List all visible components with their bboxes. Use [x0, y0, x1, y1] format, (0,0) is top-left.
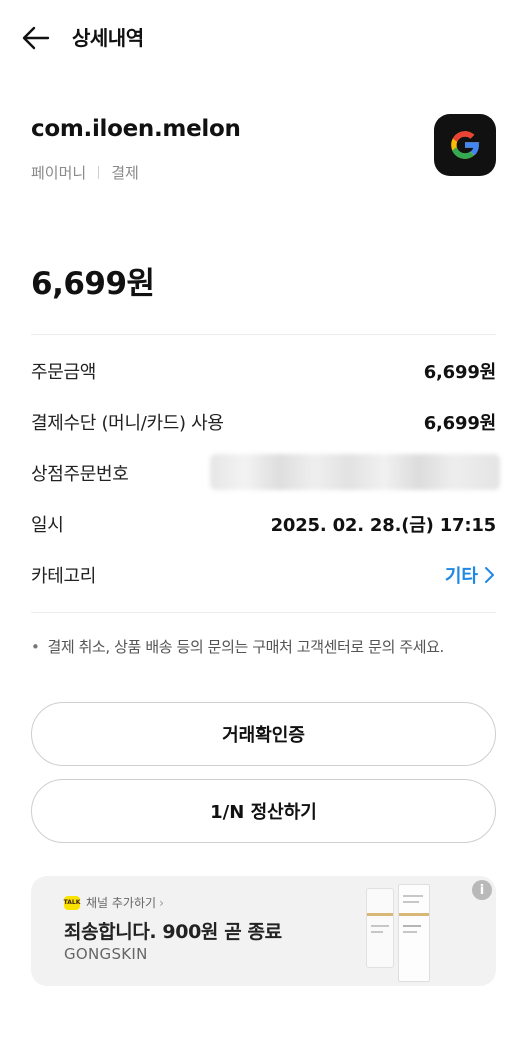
row-value: 2025. 02. 28.(금) 17:15 [270, 515, 497, 536]
row-label: 상점주문번호 [31, 464, 129, 485]
meta-divider [98, 166, 100, 179]
payment-method-row: 결제수단 (머니/카드) 사용 6,699원 [31, 409, 496, 439]
product-tube [366, 888, 394, 968]
product-box [398, 884, 430, 982]
divider [31, 612, 496, 613]
row-label: 주문금액 [31, 362, 97, 383]
ad-brand: GONGSKIN [64, 945, 148, 963]
merchant-name: com.iloen.melon [31, 116, 241, 142]
row-label: 카테고리 [31, 566, 97, 587]
kakaotalk-icon: TALK [64, 895, 80, 910]
header: 상세내역 [0, 0, 527, 74]
split-bill-button[interactable]: 1/N 정산하기 [31, 779, 496, 843]
merchant-app-icon [434, 114, 496, 176]
store-order-number-row: 상점주문번호 [31, 454, 500, 490]
channel-add-link[interactable]: TALK 채널 추가하기 › [64, 894, 164, 911]
ad-title: 죄송합니다. 900원 곧 종료 [64, 921, 282, 943]
row-label: 결제수단 (머니/카드) 사용 [31, 413, 224, 434]
total-amount: 6,699원 [31, 266, 155, 302]
product-image [366, 882, 466, 982]
order-amount-row: 주문금액 6,699원 [31, 358, 496, 388]
payment-type-label: 결제 [111, 164, 139, 182]
notice-body: 결제 취소, 상품 배송 등의 문의는 구매처 고객센터로 문의 주세요. [47, 638, 444, 656]
chevron-right-icon: › [159, 895, 164, 910]
category-link[interactable]: 기타 [445, 562, 496, 588]
redacted-order-number [210, 454, 500, 490]
transaction-certificate-button[interactable]: 거래확인증 [31, 702, 496, 766]
row-value: 6,699원 [423, 413, 496, 434]
provider-label: 페이머니 [31, 164, 87, 182]
row-value: 6,699원 [423, 362, 496, 383]
chevron-right-icon [485, 567, 494, 583]
datetime-row: 일시 2025. 02. 28.(금) 17:15 [31, 511, 496, 541]
arrow-left-icon [22, 26, 50, 50]
channel-add-label: 채널 추가하기 [86, 896, 157, 910]
back-button[interactable] [20, 22, 52, 54]
info-icon[interactable]: i [472, 880, 492, 900]
row-label: 일시 [31, 515, 64, 536]
category-row: 카테고리 기타 [31, 562, 496, 592]
divider [31, 334, 496, 335]
bullet-icon: • [31, 638, 40, 656]
ad-banner[interactable]: TALK 채널 추가하기 › 죄송합니다. 900원 곧 종료 GONGSKIN… [31, 876, 496, 986]
notice-text: • 결제 취소, 상품 배송 등의 문의는 구매처 고객센터로 문의 주세요. [31, 636, 501, 657]
category-value: 기타 [444, 566, 478, 587]
page-title: 상세내역 [72, 26, 144, 50]
merchant-meta: 페이머니 결제 [31, 162, 139, 183]
google-icon [451, 131, 480, 159]
